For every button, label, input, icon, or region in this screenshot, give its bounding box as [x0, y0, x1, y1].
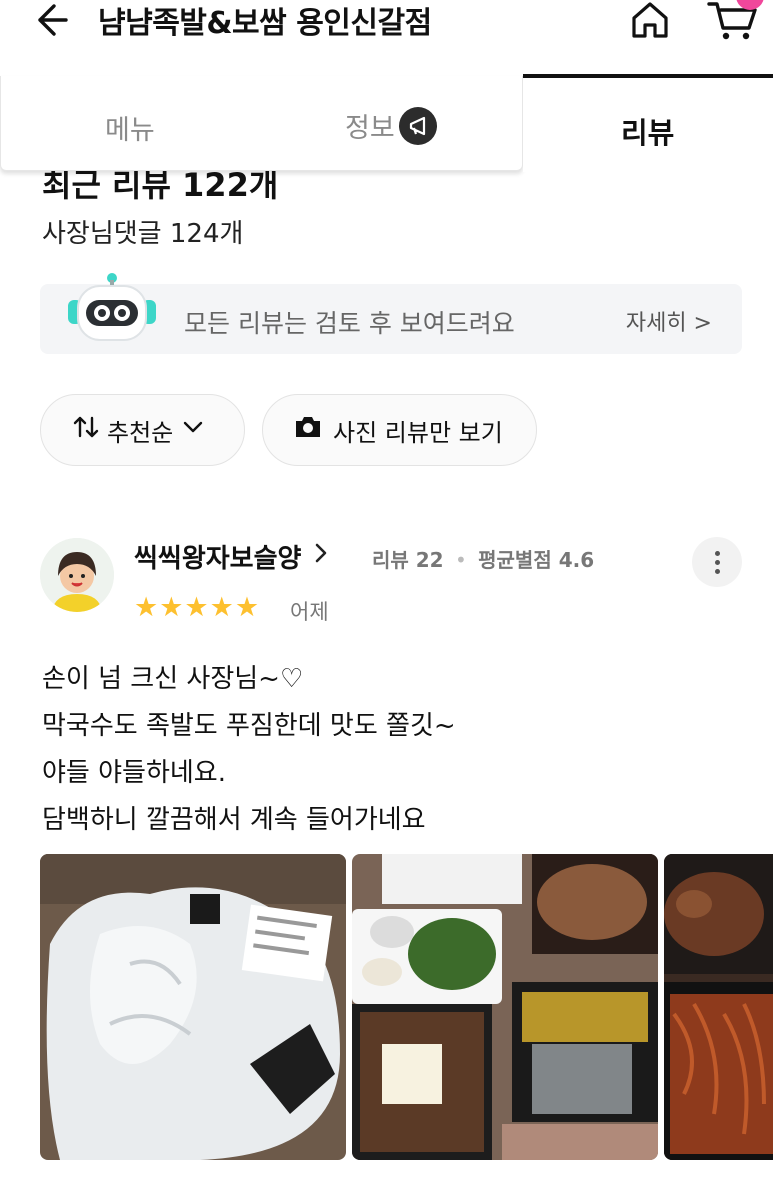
reviewer-stats: 리뷰 22 • 평균별점 4.6 [372, 544, 594, 573]
avatar[interactable] [40, 538, 114, 612]
review-photo-noodles[interactable] [664, 854, 773, 1160]
robot-mascot-icon [64, 272, 160, 352]
store-title: 냠냠족발&보쌈 용인신갈점 [98, 6, 432, 41]
reviewer-nickname: 씩씩왕자보슬양 [134, 544, 302, 574]
tab-menu[interactable]: 메뉴 [105, 108, 155, 147]
photo-review-label: 사진 리뷰만 보기 [333, 418, 503, 447]
reviewer-avg-rating: 평균별점 4.6 [478, 548, 595, 572]
back-arrow-icon[interactable] [30, 0, 70, 40]
sort-arrows-icon [73, 414, 99, 446]
review-date: 어제 [290, 600, 329, 624]
chevron-down-icon [181, 415, 205, 445]
notice-detail-link[interactable]: 자세히 > [626, 305, 712, 337]
home-icon[interactable] [628, 0, 672, 40]
tab-review-container: 리뷰 [523, 74, 773, 172]
notice-text: 모든 리뷰는 검토 후 보여드려요 [184, 309, 515, 338]
reviewer-name-link[interactable]: 씩씩왕자보슬양 [134, 538, 329, 575]
review-text-line: 손이 넘 크신 사장님~♡ [42, 664, 304, 694]
reviewer-review-count: 리뷰 22 [372, 548, 444, 572]
tab-info[interactable]: 정보 [345, 106, 437, 145]
megaphone-icon [398, 106, 437, 145]
tab-info-label: 정보 [345, 113, 395, 144]
sort-dropdown[interactable]: 추천순 [40, 394, 245, 466]
photo-review-filter-button[interactable]: 사진 리뷰만 보기 [262, 394, 537, 466]
app-header: 냠냠족발&보쌈 용인신갈점 1 [0, 0, 773, 60]
review-photo-bag[interactable] [40, 854, 346, 1160]
owner-reply-count: 사장님댓글 124개 [42, 219, 244, 249]
tab-bar: 메뉴 정보 [0, 76, 523, 171]
sort-label: 추천순 [107, 418, 174, 447]
review-notice-banner[interactable]: 모든 리뷰는 검토 후 보여드려요 자세히 > [40, 273, 742, 354]
review-text-line: 막국수도 족발도 푸짐한데 맛도 쫄깃~ [42, 711, 456, 741]
separator-dot: • [454, 548, 467, 572]
chevron-right-icon [313, 541, 329, 572]
camera-icon [293, 414, 323, 446]
rating-stars: ★★★★★ [134, 592, 261, 623]
review-photo-food[interactable] [352, 854, 658, 1160]
tab-review[interactable]: 리뷰 [621, 110, 674, 152]
review-text-line: 담백하니 깔끔해서 계속 들어가네요 [42, 805, 426, 835]
more-options-icon[interactable] [692, 537, 742, 587]
review-text-line: 야들 야들하네요. [42, 758, 226, 788]
